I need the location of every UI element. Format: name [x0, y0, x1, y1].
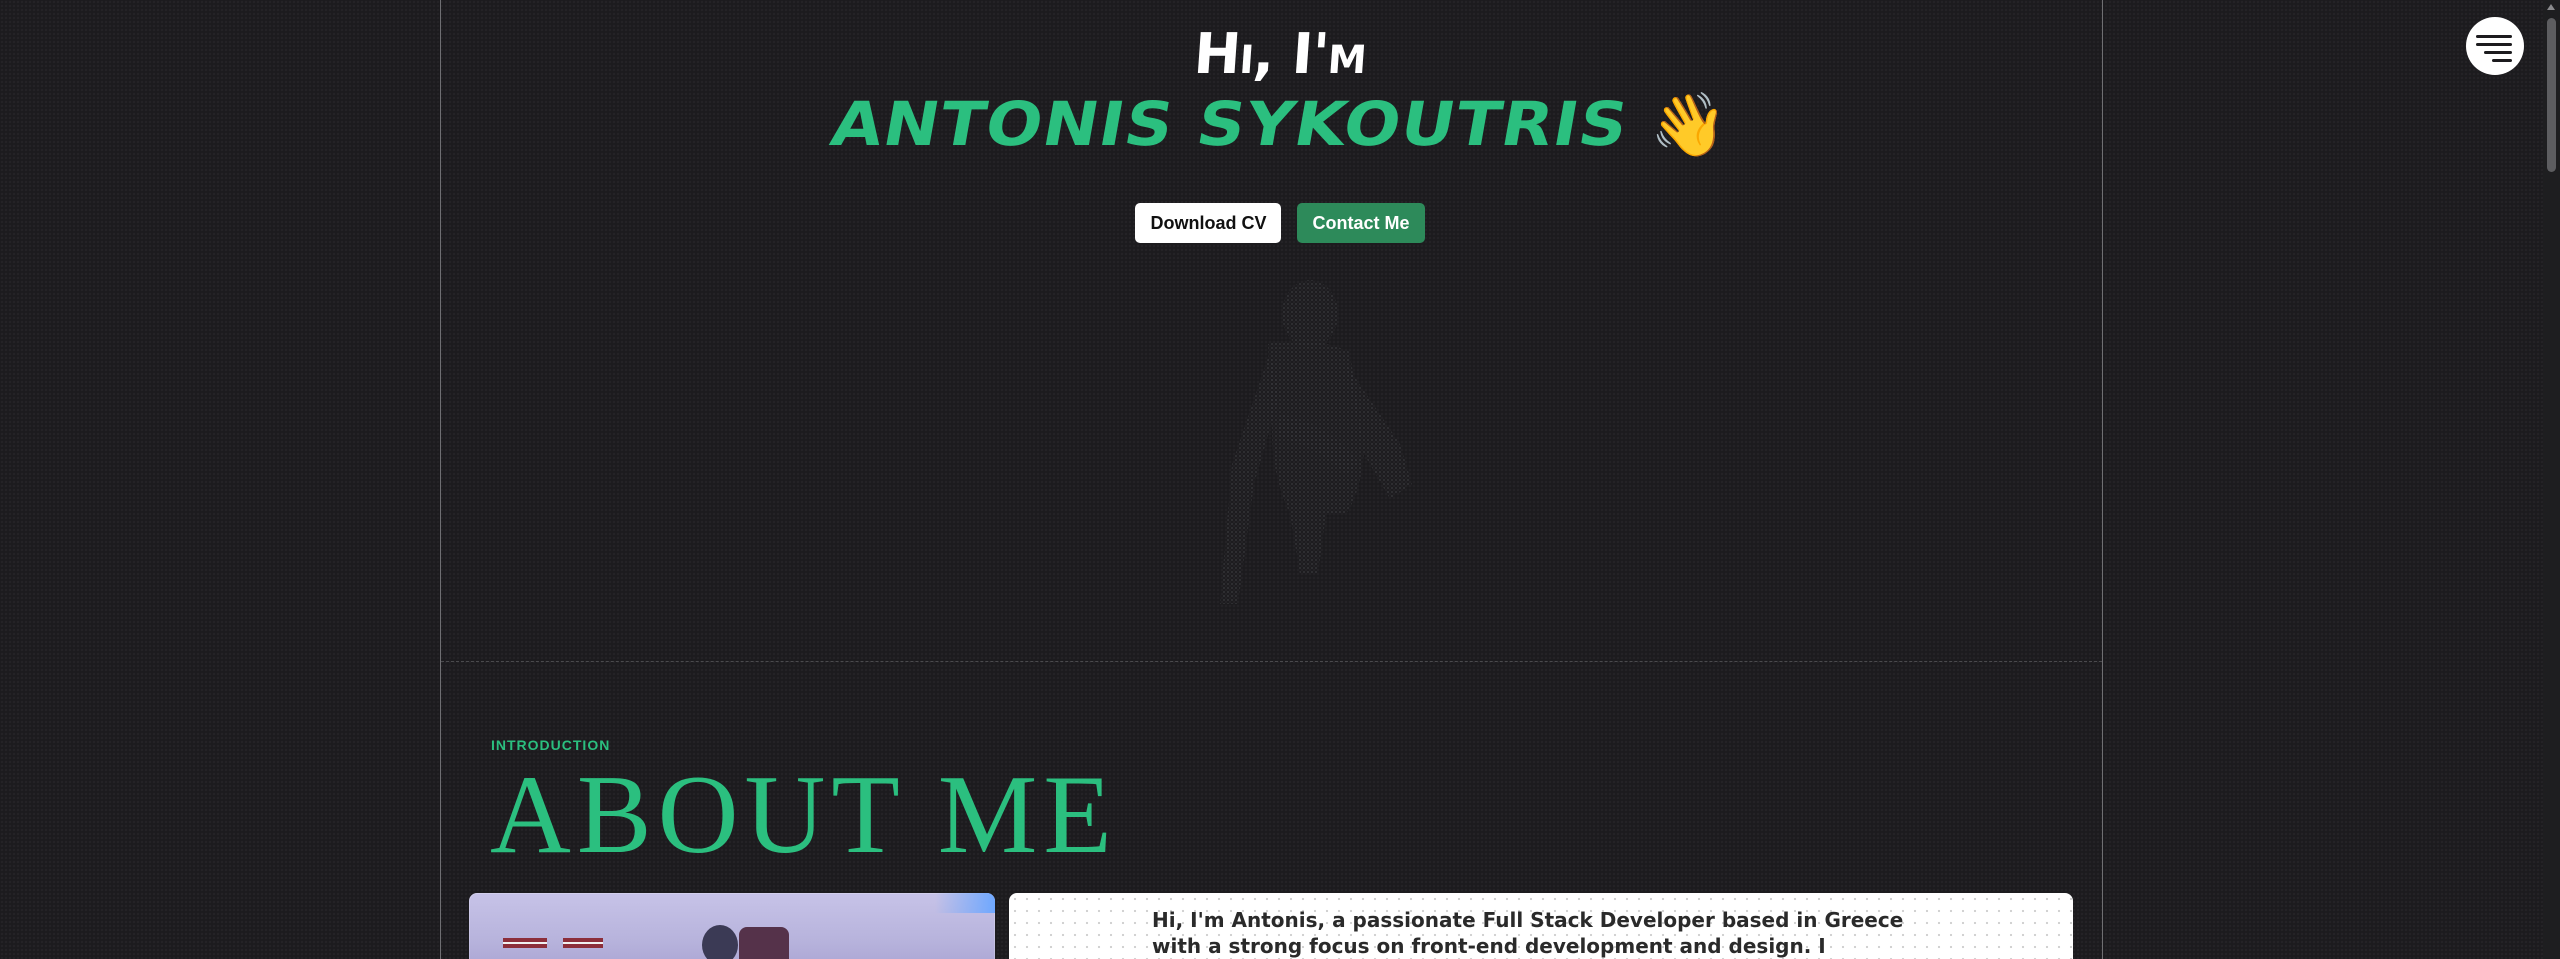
chair-shape	[739, 927, 789, 959]
about-text-card: Hi, I'm Antonis, a passionate Full Stack…	[1009, 893, 2073, 959]
about-title: ABOUT ME	[490, 753, 1118, 877]
hero-name-row: Antonis Sykoutris 👋	[0, 86, 2560, 163]
waving-hand-icon: 👋	[1650, 87, 1728, 161]
scroll-up-arrow-icon[interactable]	[2547, 4, 2555, 10]
menu-button[interactable]	[2466, 17, 2524, 75]
about-intro-text: Hi, I'm Antonis, a passionate Full Stack…	[1152, 908, 1904, 958]
download-cv-button[interactable]: Download CV	[1135, 203, 1282, 243]
person-shape	[702, 925, 738, 959]
hero-name: Antonis Sykoutris	[826, 89, 1635, 160]
section-divider	[441, 661, 2102, 662]
dotted-figure-illustration	[1220, 280, 1412, 604]
contact-me-button[interactable]: Contact Me	[1297, 203, 1425, 243]
profile-photo	[469, 893, 995, 959]
hero-greeting: Hi, I'm	[1191, 22, 1369, 87]
vertical-scrollbar[interactable]	[2543, 0, 2560, 959]
light-glow	[935, 893, 995, 913]
scrollbar-thumb[interactable]	[2547, 18, 2556, 172]
flag-decoration	[503, 938, 547, 948]
flag-decoration	[563, 938, 603, 948]
about-kicker: INTRODUCTION	[491, 737, 611, 753]
hero-actions: Download CV Contact Me	[0, 203, 2560, 243]
